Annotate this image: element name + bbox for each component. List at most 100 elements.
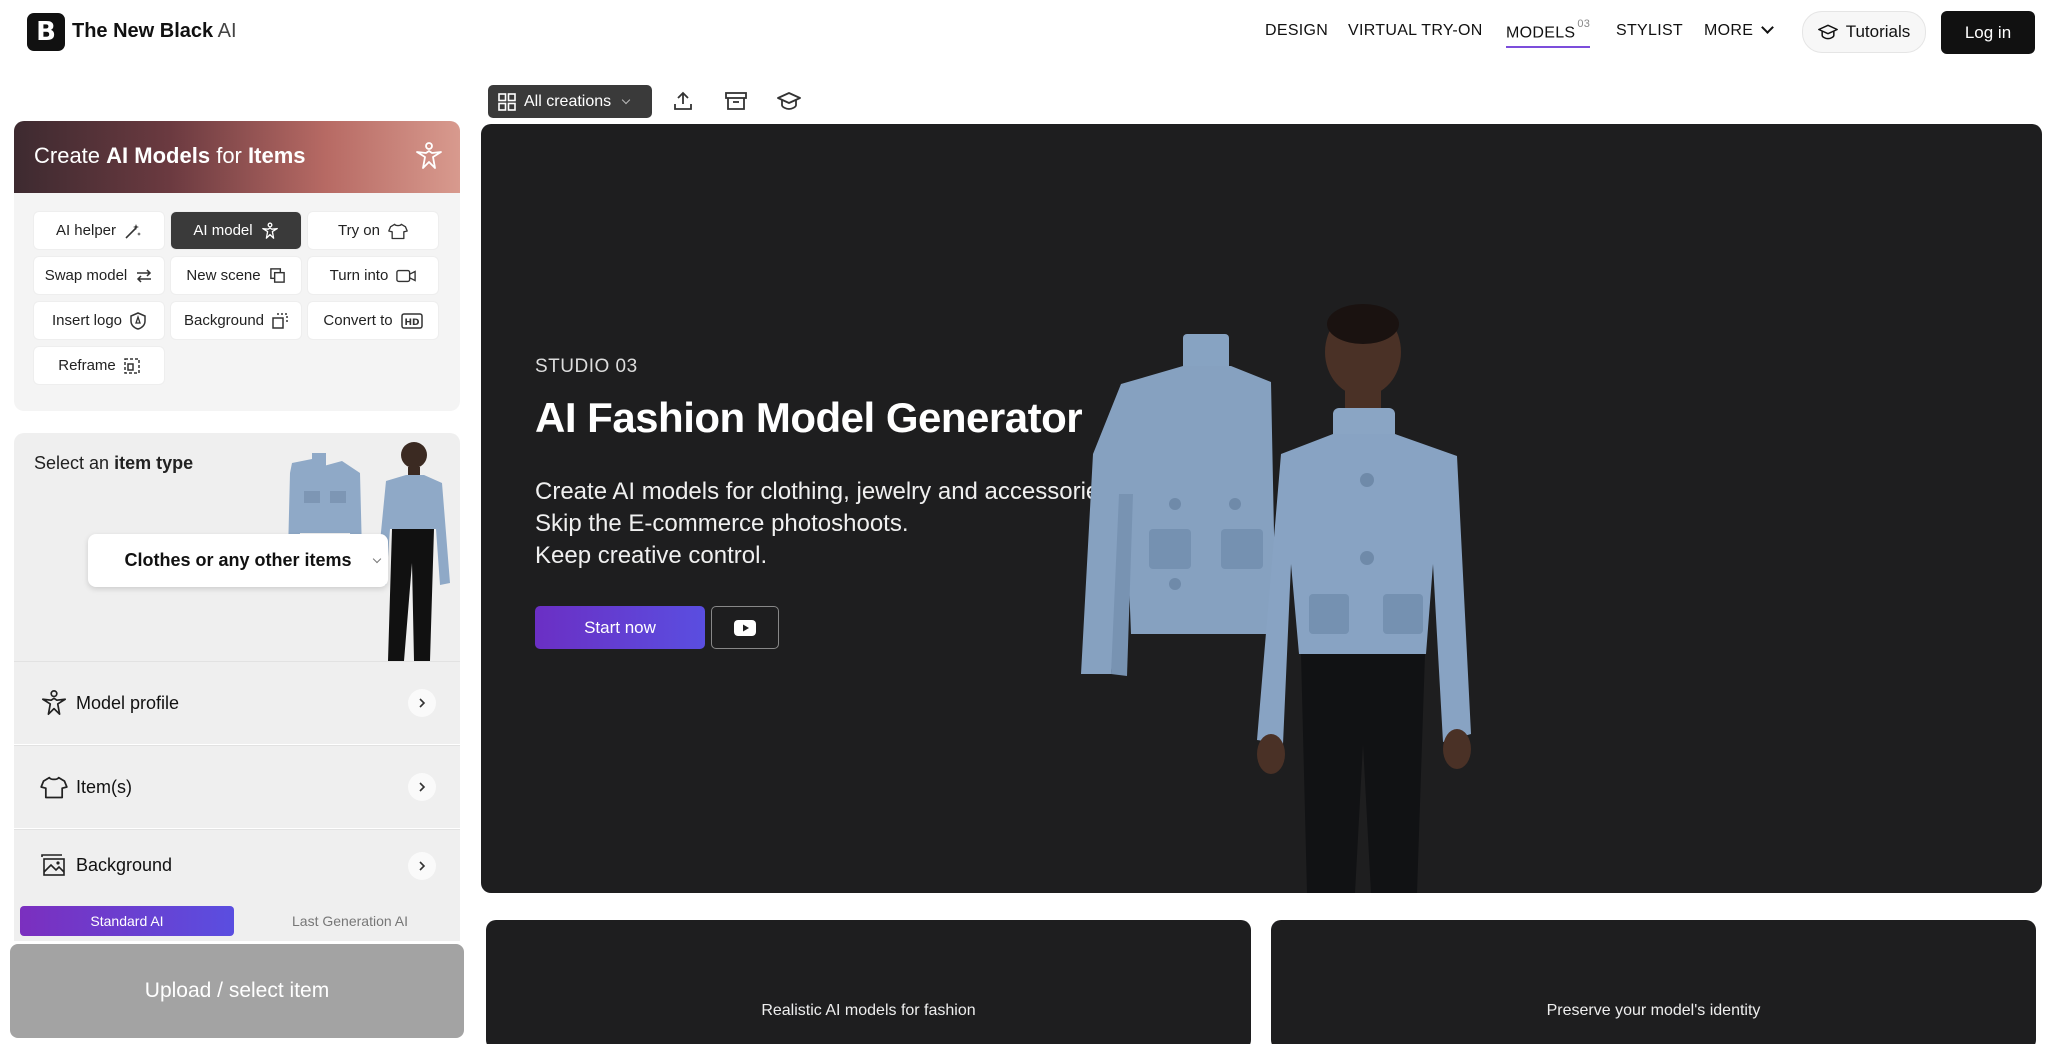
feature-card-realistic-label: Realistic AI models for fashion <box>761 1002 976 1019</box>
grid-icon <box>498 92 516 111</box>
feature-card-identity-label: Preserve your model's identity <box>1546 1002 1761 1019</box>
accordion-model-profile-label: Model profile <box>76 692 180 713</box>
top-nav: B The New Black AI DESIGN VIRTUAL TRY-ON… <box>0 0 2048 64</box>
title-prefix: Create <box>34 143 101 168</box>
chip-ai-model[interactable]: AI model <box>171 212 301 249</box>
background-frame-icon <box>272 312 288 329</box>
nav-models[interactable]: MODELS03 <box>1506 18 1591 49</box>
tutorials-label: Tutorials <box>1845 22 1911 41</box>
last-generation-ai-tab[interactable]: Last Generation AI <box>250 906 450 936</box>
hero-desc-line-3: Keep creative control. <box>535 542 768 569</box>
reframe-icon <box>124 357 140 374</box>
tutorials-button[interactable]: Tutorials <box>1802 11 1926 53</box>
graduation-cap-icon[interactable] <box>776 88 802 114</box>
chip-turn-into[interactable]: Turn into <box>308 257 438 294</box>
hero-model-image <box>1081 304 1471 893</box>
nav-design[interactable]: DESIGN <box>1265 22 1328 40</box>
nav-more[interactable]: MORE <box>1704 21 1775 40</box>
create-panel-title: Create AI Models for Items <box>34 143 306 169</box>
hero-kicker: STUDIO 03 <box>535 356 638 377</box>
hero-desc-line-2: Skip the E-commerce photoshoots. <box>535 510 909 537</box>
item-type-select[interactable]: Clothes or any other items <box>88 534 388 587</box>
chevron-right-icon[interactable] <box>408 773 436 801</box>
tshirt-icon <box>388 223 408 239</box>
nav-models-badge: 03 <box>1577 18 1591 30</box>
chip-ai-model-label: AI model <box>193 222 253 239</box>
item-type-selected: Clothes or any other items <box>124 550 352 570</box>
person-star-icon <box>261 222 278 239</box>
chip-swap-model[interactable]: Swap model <box>34 257 164 294</box>
brand-name[interactable]: The New Black AI <box>72 20 237 43</box>
hd-icon: HD <box>400 312 423 329</box>
swap-arrows-icon <box>137 268 152 283</box>
chevron-down-icon <box>372 554 382 564</box>
archive-icon[interactable] <box>723 88 749 114</box>
all-creations-button[interactable]: All creations <box>488 85 652 118</box>
title-bold-1: AI Models <box>106 143 211 168</box>
standard-ai-tab[interactable]: Standard AI <box>20 906 234 936</box>
hero-banner: STUDIO 03 AI Fashion Model Generator Cre… <box>481 124 2042 893</box>
nav-stylist[interactable]: STYLIST <box>1616 22 1683 40</box>
magic-wand-icon <box>125 223 142 239</box>
chip-ai-helper-label: AI helper <box>55 222 117 239</box>
chip-swap-model-label: Swap model <box>44 267 128 284</box>
chip-try-on-label: Try on <box>338 222 380 239</box>
graduation-cap-icon <box>1817 24 1838 40</box>
item-type-title-prefix: Select an <box>34 453 110 473</box>
chip-ai-helper[interactable]: AI helper <box>34 212 164 249</box>
nav-virtual-try-on[interactable]: VIRTUAL TRY-ON <box>1348 22 1483 40</box>
brand-suffix: AI <box>217 20 237 42</box>
shield-logo-icon <box>130 311 146 330</box>
person-star-icon <box>41 690 67 716</box>
person-star-icon <box>416 142 442 169</box>
chip-convert-to-label: Convert to <box>323 312 393 329</box>
chip-reframe[interactable]: Reframe <box>34 347 164 384</box>
hero-title: AI Fashion Model Generator <box>535 394 1083 441</box>
chip-insert-logo-label: Insert logo <box>51 312 123 329</box>
jacket-flatlay <box>1081 334 1276 676</box>
tshirt-icon <box>40 776 68 799</box>
logo-icon[interactable]: B <box>27 13 65 51</box>
accordion-background[interactable]: Background <box>14 829 460 901</box>
chip-convert-to[interactable]: Convert to HD <box>308 302 438 339</box>
chevron-right-icon[interactable] <box>408 851 436 880</box>
item-type-title-bold: item type <box>114 453 194 473</box>
model-figure <box>1257 304 1471 893</box>
title-mid: for <box>216 143 242 168</box>
item-type-title: Select an item type <box>34 453 193 474</box>
chip-turn-into-label: Turn into <box>329 267 389 284</box>
accordion-items[interactable]: Item(s) <box>14 745 460 828</box>
feature-card-identity[interactable]: Preserve your model's identity <box>1271 920 2036 1044</box>
hero-description: Create AI models for clothing, jewelry a… <box>535 476 1118 572</box>
login-button[interactable]: Log in <box>1941 11 2035 54</box>
upload-icon[interactable] <box>670 88 696 114</box>
chip-try-on[interactable]: Try on <box>308 212 438 249</box>
chip-background[interactable]: Background <box>171 302 301 339</box>
nav-more-label: MORE <box>1704 22 1754 39</box>
video-camera-icon <box>396 269 417 282</box>
chip-new-scene[interactable]: New scene <box>171 257 301 294</box>
chip-new-scene-label: New scene <box>186 267 261 284</box>
hero-desc-line-1: Create AI models for clothing, jewelry a… <box>535 478 1118 505</box>
chip-reframe-label: Reframe <box>58 357 116 374</box>
youtube-button[interactable] <box>711 606 779 649</box>
chevron-down-icon <box>1761 21 1775 34</box>
chip-insert-logo[interactable]: Insert logo <box>34 302 164 339</box>
create-panel: Create AI Models for Items AI helper AI … <box>14 121 460 411</box>
item-type-panel: Select an item type Clothes or any other… <box>14 433 460 661</box>
upload-select-item-button[interactable]: Upload / select item <box>10 944 464 1038</box>
chevron-right-icon[interactable] <box>408 689 436 717</box>
feature-card-realistic[interactable]: Realistic AI models for fashion <box>486 920 1251 1044</box>
all-creations-label: All creations <box>524 92 612 110</box>
accordion-background-label: Background <box>76 855 173 875</box>
chevron-down-icon <box>621 95 631 104</box>
accordion-items-label: Item(s) <box>76 776 132 797</box>
brand-title: The New Black <box>72 20 214 42</box>
chip-background-label: Background <box>183 312 265 329</box>
start-now-button[interactable]: Start now <box>535 606 705 649</box>
accordion-model-profile[interactable]: Model profile <box>14 661 460 744</box>
duplicate-icon <box>269 268 285 283</box>
create-panel-header: Create AI Models for Items <box>14 121 460 193</box>
svg-text:HD: HD <box>404 318 419 328</box>
ai-mode-toggle: Standard AI Last Generation AI <box>14 901 460 941</box>
